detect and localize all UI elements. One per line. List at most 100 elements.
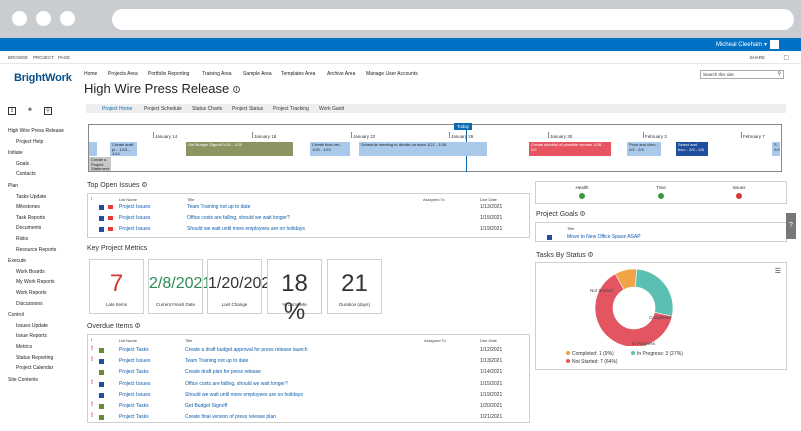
- list-name-link[interactable]: Project Issues: [119, 381, 150, 387]
- info-icon[interactable]: i: [580, 211, 586, 217]
- window-dot[interactable]: [36, 11, 51, 26]
- timeline-task-bar[interactable]: Create shortlist of possible venues 1/28…: [529, 142, 611, 156]
- column-header[interactable]: Assigned To: [423, 197, 445, 202]
- legend-item[interactable]: In Progress: 3 (27%): [631, 351, 683, 357]
- tab-project-tracking[interactable]: Project Tracking: [273, 106, 309, 112]
- column-header[interactable]: Title: [567, 226, 574, 231]
- item-title-link[interactable]: Get Budget Signoff: [185, 403, 227, 409]
- topnav-item[interactable]: Sample Area: [243, 71, 272, 77]
- item-title-link[interactable]: Create a draft budget approval for press…: [185, 347, 308, 353]
- column-header[interactable]: Due Date: [480, 197, 497, 202]
- list-name-link[interactable]: Project Issues: [119, 204, 150, 210]
- topnav-item[interactable]: Training Area: [202, 71, 232, 77]
- topnav-item[interactable]: Home: [84, 71, 97, 77]
- sidebar-item[interactable]: Metrics: [16, 344, 32, 350]
- timeline-task-bar[interactable]: Schedule meeting to decide on team 1/22 …: [359, 142, 487, 156]
- sidebar-item[interactable]: Contacts: [16, 171, 36, 177]
- window-dot[interactable]: [60, 11, 75, 26]
- sidebar-item[interactable]: Status Reporting: [16, 355, 53, 361]
- upload-icon[interactable]: ↥: [8, 107, 16, 115]
- item-title-link[interactable]: Office costs are falling, should we wait…: [187, 215, 290, 221]
- timeline-task-bar[interactable]: Get Budget Signoff 1/15 - 1/20: [186, 142, 293, 156]
- item-title-link[interactable]: Should we wait until more employees are …: [187, 226, 305, 232]
- sidebar-item[interactable]: Project Help: [16, 139, 43, 145]
- tab-project-status[interactable]: Project Status: [232, 106, 263, 112]
- topnav-item[interactable]: Portfolio Reporting: [148, 71, 189, 77]
- item-title-link[interactable]: Office costs are falling, should we wait…: [185, 381, 288, 387]
- sidebar-item[interactable]: Issue Reports: [16, 333, 47, 339]
- list-name-link[interactable]: Project Tasks: [119, 347, 149, 353]
- sidebar-item[interactable]: Resource Reports: [16, 247, 56, 253]
- sidebar-item[interactable]: Milestones: [16, 204, 40, 210]
- ribbon-tab-page[interactable]: PAGE: [58, 55, 70, 60]
- legend-item[interactable]: Completed: 1 (9%): [566, 351, 614, 357]
- list-name-link[interactable]: Project Tasks: [119, 403, 149, 409]
- list-name-link[interactable]: Project Tasks: [119, 414, 149, 420]
- column-header[interactable]: Title: [187, 197, 194, 202]
- tab-project-schedule[interactable]: Project Schedule: [144, 106, 182, 112]
- column-header[interactable]: Assigned To: [424, 338, 446, 343]
- search-input[interactable]: Search this site ⚲: [700, 70, 784, 79]
- list-name-link[interactable]: Project Issues: [119, 226, 150, 232]
- info-icon[interactable]: i: [141, 182, 147, 188]
- info-icon[interactable]: i: [587, 252, 593, 258]
- list-name-link[interactable]: Project Issues: [119, 215, 150, 221]
- column-header[interactable]: List Name: [119, 197, 137, 202]
- column-header[interactable]: Due Date: [480, 338, 497, 343]
- tab-status-charts[interactable]: Status Charts: [192, 106, 222, 112]
- focus-icon[interactable]: ▢: [783, 54, 789, 61]
- share-button[interactable]: SHARE: [749, 55, 765, 60]
- sidebar-item[interactable]: High Wire Press Release: [8, 128, 64, 134]
- address-bar[interactable]: [112, 9, 794, 30]
- sidebar-item[interactable]: Execute: [8, 258, 26, 264]
- sidebar-item[interactable]: Work Reports: [16, 290, 46, 296]
- info-icon[interactable]: i: [233, 86, 241, 93]
- search-icon[interactable]: ⚲: [777, 71, 781, 77]
- list-name-link[interactable]: Project Issues: [119, 358, 150, 364]
- topnav-item[interactable]: Templates Area: [281, 71, 315, 77]
- tab-project-home[interactable]: Project Home: [102, 106, 132, 112]
- sidebar-item[interactable]: Issues Update: [16, 323, 48, 329]
- sidebar-item[interactable]: Plan: [8, 183, 18, 189]
- user-menu[interactable]: Micheal Cleeham ▾: [716, 41, 767, 48]
- timeline-task-bar[interactable]: Price and chec... 2/2 - 2/5: [627, 142, 661, 156]
- search-page-icon[interactable]: ⚲: [44, 107, 52, 115]
- sidebar-item[interactable]: Discussions: [16, 301, 43, 307]
- timeline-task-bar[interactable]: Create final ver... 1/20 - 1/21: [310, 142, 350, 156]
- sidebar-item[interactable]: Risks: [16, 236, 28, 242]
- sidebar-item[interactable]: Work Boards: [16, 269, 45, 275]
- donut-slice-in-progress[interactable]: [635, 268, 674, 317]
- item-title-link[interactable]: Create final version of press release pl…: [185, 414, 276, 420]
- legend-item[interactable]: Not Started: 7 (64%): [566, 359, 618, 365]
- timeline-task-bar[interactable]: S... 2/9: [772, 142, 780, 156]
- topnav-item[interactable]: Manage User Accounts: [366, 71, 418, 77]
- sidebar-item[interactable]: Project Calendar: [16, 365, 53, 371]
- menu-icon[interactable]: ☰: [775, 267, 781, 275]
- item-title-link[interactable]: Team Training not up to date: [185, 358, 248, 364]
- sidebar-item[interactable]: Goals: [16, 161, 29, 167]
- help-icon[interactable]: [770, 40, 779, 49]
- ribbon-tab-project[interactable]: PROJECT: [33, 55, 54, 60]
- sidebar-item[interactable]: Initiate: [8, 150, 23, 156]
- sidebar-item[interactable]: Documents: [16, 225, 41, 231]
- goal-link[interactable]: Move to New Office Space ASAP: [567, 234, 641, 240]
- info-icon[interactable]: i: [134, 323, 140, 329]
- column-header[interactable]: Title: [185, 338, 192, 343]
- list-name-link[interactable]: Project Tasks: [119, 369, 149, 375]
- ribbon-tab-browse[interactable]: BROWSE: [8, 55, 28, 60]
- window-dot[interactable]: [12, 11, 27, 26]
- item-title-link[interactable]: Team Training not up to date: [187, 204, 250, 210]
- topnav-item[interactable]: Projects Area: [108, 71, 138, 77]
- sidebar-item[interactable]: Task Reports: [16, 215, 45, 221]
- timeline-task-bar[interactable]: Create a Project Statement: [89, 157, 111, 171]
- sidebar-item[interactable]: My Work Reports: [16, 279, 55, 285]
- topnav-item[interactable]: Archive Area: [327, 71, 355, 77]
- tab-work-gantt[interactable]: Work Gantt: [319, 106, 344, 112]
- side-tab[interactable]: ?: [786, 213, 796, 239]
- column-header[interactable]: List Name: [119, 338, 137, 343]
- sidebar-item[interactable]: Control: [8, 312, 24, 318]
- move-icon[interactable]: ✥: [26, 107, 34, 115]
- list-name-link[interactable]: Project Issues: [119, 392, 150, 398]
- brightwork-logo[interactable]: BrightWork: [14, 72, 72, 84]
- timeline-task-bar[interactable]: Select and boo... 2/5 - 2/8: [676, 142, 708, 156]
